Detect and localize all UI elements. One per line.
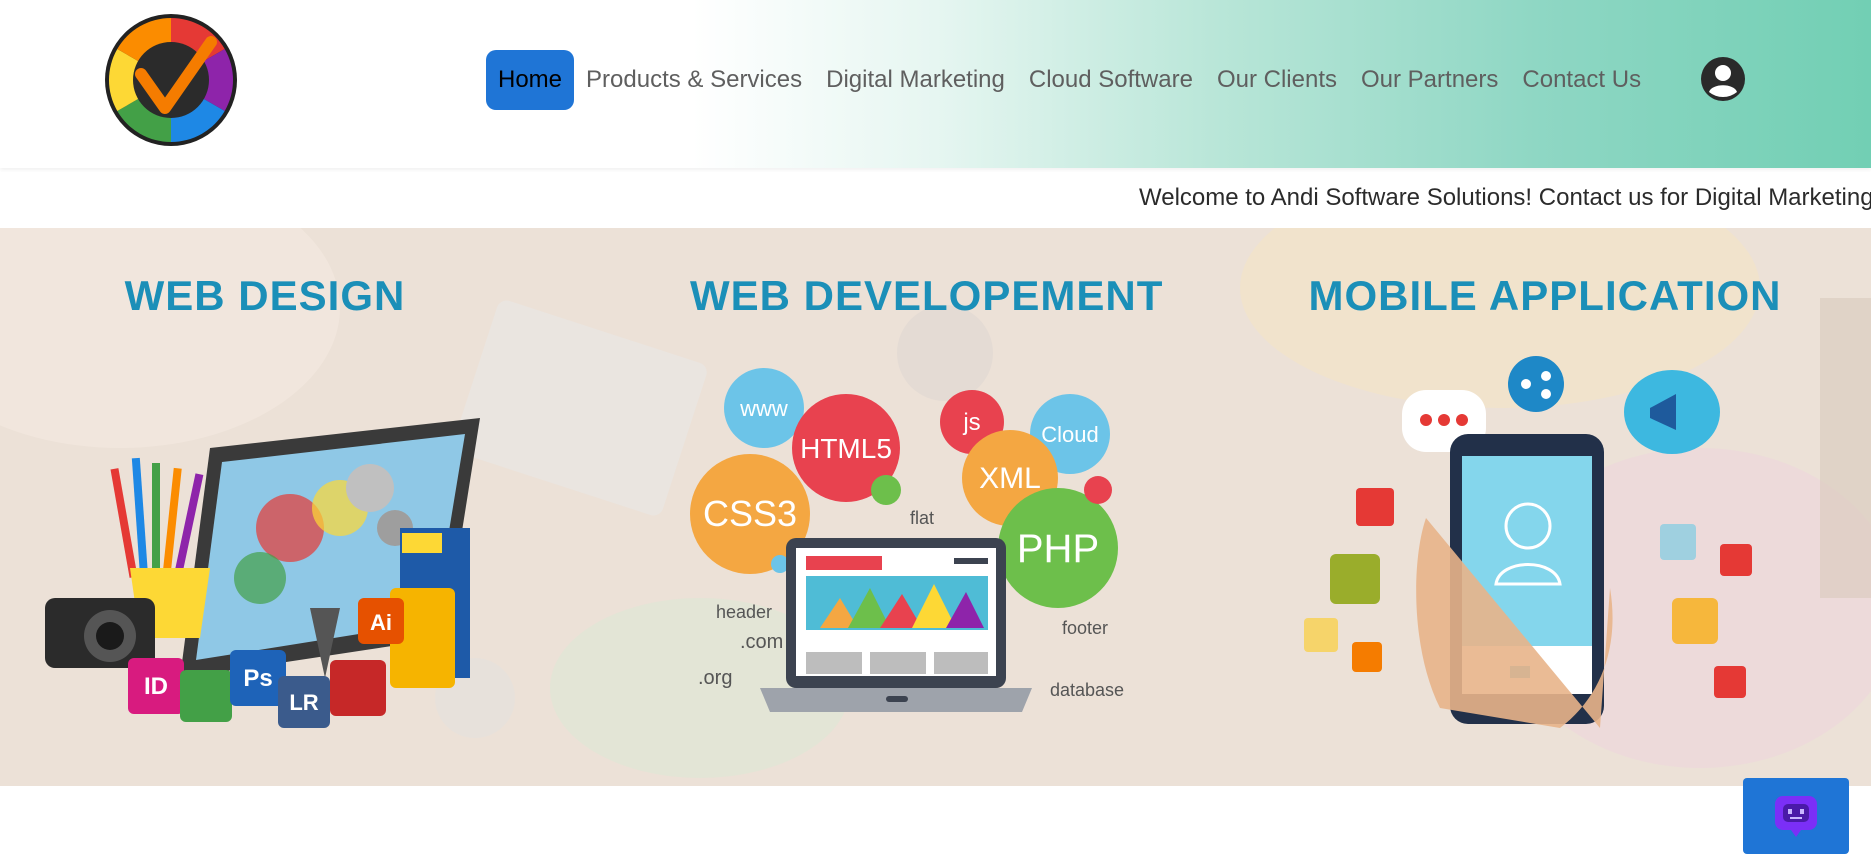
marquee-text: Welcome to Andi Software Solutions! Cont… bbox=[1139, 184, 1871, 211]
bubble-www: www bbox=[739, 396, 788, 421]
web-development-illustration: www HTML5 js Cloud XML CSS3 PHP flat hea… bbox=[690, 368, 1124, 712]
word-com: .com bbox=[740, 631, 783, 653]
nav-cloud-software[interactable]: Cloud Software bbox=[1017, 50, 1205, 110]
nav-our-partners[interactable]: Our Partners bbox=[1349, 50, 1510, 110]
bubble-css3: CSS3 bbox=[703, 493, 797, 534]
bubble-cloud: Cloud bbox=[1041, 422, 1098, 447]
app-cube-lr: LR bbox=[289, 690, 318, 715]
site-header: Home Products & Services Digital Marketi… bbox=[0, 0, 1871, 168]
bubble-xml: XML bbox=[979, 462, 1041, 495]
nav-digital-marketing[interactable]: Digital Marketing bbox=[814, 50, 1017, 110]
nav-home[interactable]: Home bbox=[486, 50, 575, 110]
word-footer: footer bbox=[1062, 618, 1108, 638]
hero-banner: WEB DESIGN ID Ps LR Ai WEB DEVELOPEMENT … bbox=[0, 228, 1871, 786]
service-mobile-application[interactable]: MOBILE APPLICATION bbox=[1300, 228, 1790, 786]
andi-logo[interactable] bbox=[103, 12, 239, 148]
app-cube-ai: Ai bbox=[370, 610, 392, 635]
nav-contact-us[interactable]: Contact Us bbox=[1510, 50, 1653, 110]
web-design-illustration: ID Ps LR Ai bbox=[45, 418, 480, 728]
bubble-php: PHP bbox=[1017, 527, 1099, 571]
service-web-design[interactable]: WEB DESIGN ID Ps LR Ai bbox=[40, 228, 490, 786]
service-title: WEB DESIGN bbox=[124, 272, 406, 319]
user-circle-icon[interactable] bbox=[1700, 56, 1746, 102]
service-title: MOBILE APPLICATION bbox=[1308, 272, 1782, 319]
chat-widget-button[interactable] bbox=[1743, 778, 1849, 854]
nav-our-clients[interactable]: Our Clients bbox=[1205, 50, 1349, 110]
word-header: header bbox=[716, 602, 772, 622]
main-nav: Home Products & Services Digital Marketi… bbox=[486, 50, 1653, 110]
word-flat: flat bbox=[910, 508, 934, 528]
word-database: database bbox=[1050, 680, 1124, 700]
bubble-js: js bbox=[962, 409, 980, 436]
app-cube-id: ID bbox=[144, 673, 168, 700]
service-web-development[interactable]: WEB DEVELOPEMENT www HTML5 js Cloud XML … bbox=[690, 228, 1164, 786]
mobile-application-illustration bbox=[1304, 356, 1752, 728]
bubble-html5: HTML5 bbox=[800, 433, 892, 464]
app-cube-ps: Ps bbox=[243, 665, 272, 692]
nav-products-services[interactable]: Products & Services bbox=[574, 50, 814, 110]
word-org: .org bbox=[698, 667, 732, 689]
announcement-marquee: Welcome to Andi Software Solutions! Cont… bbox=[0, 172, 1871, 228]
chat-bot-icon bbox=[1775, 796, 1817, 837]
service-title: WEB DEVELOPEMENT bbox=[690, 272, 1164, 319]
